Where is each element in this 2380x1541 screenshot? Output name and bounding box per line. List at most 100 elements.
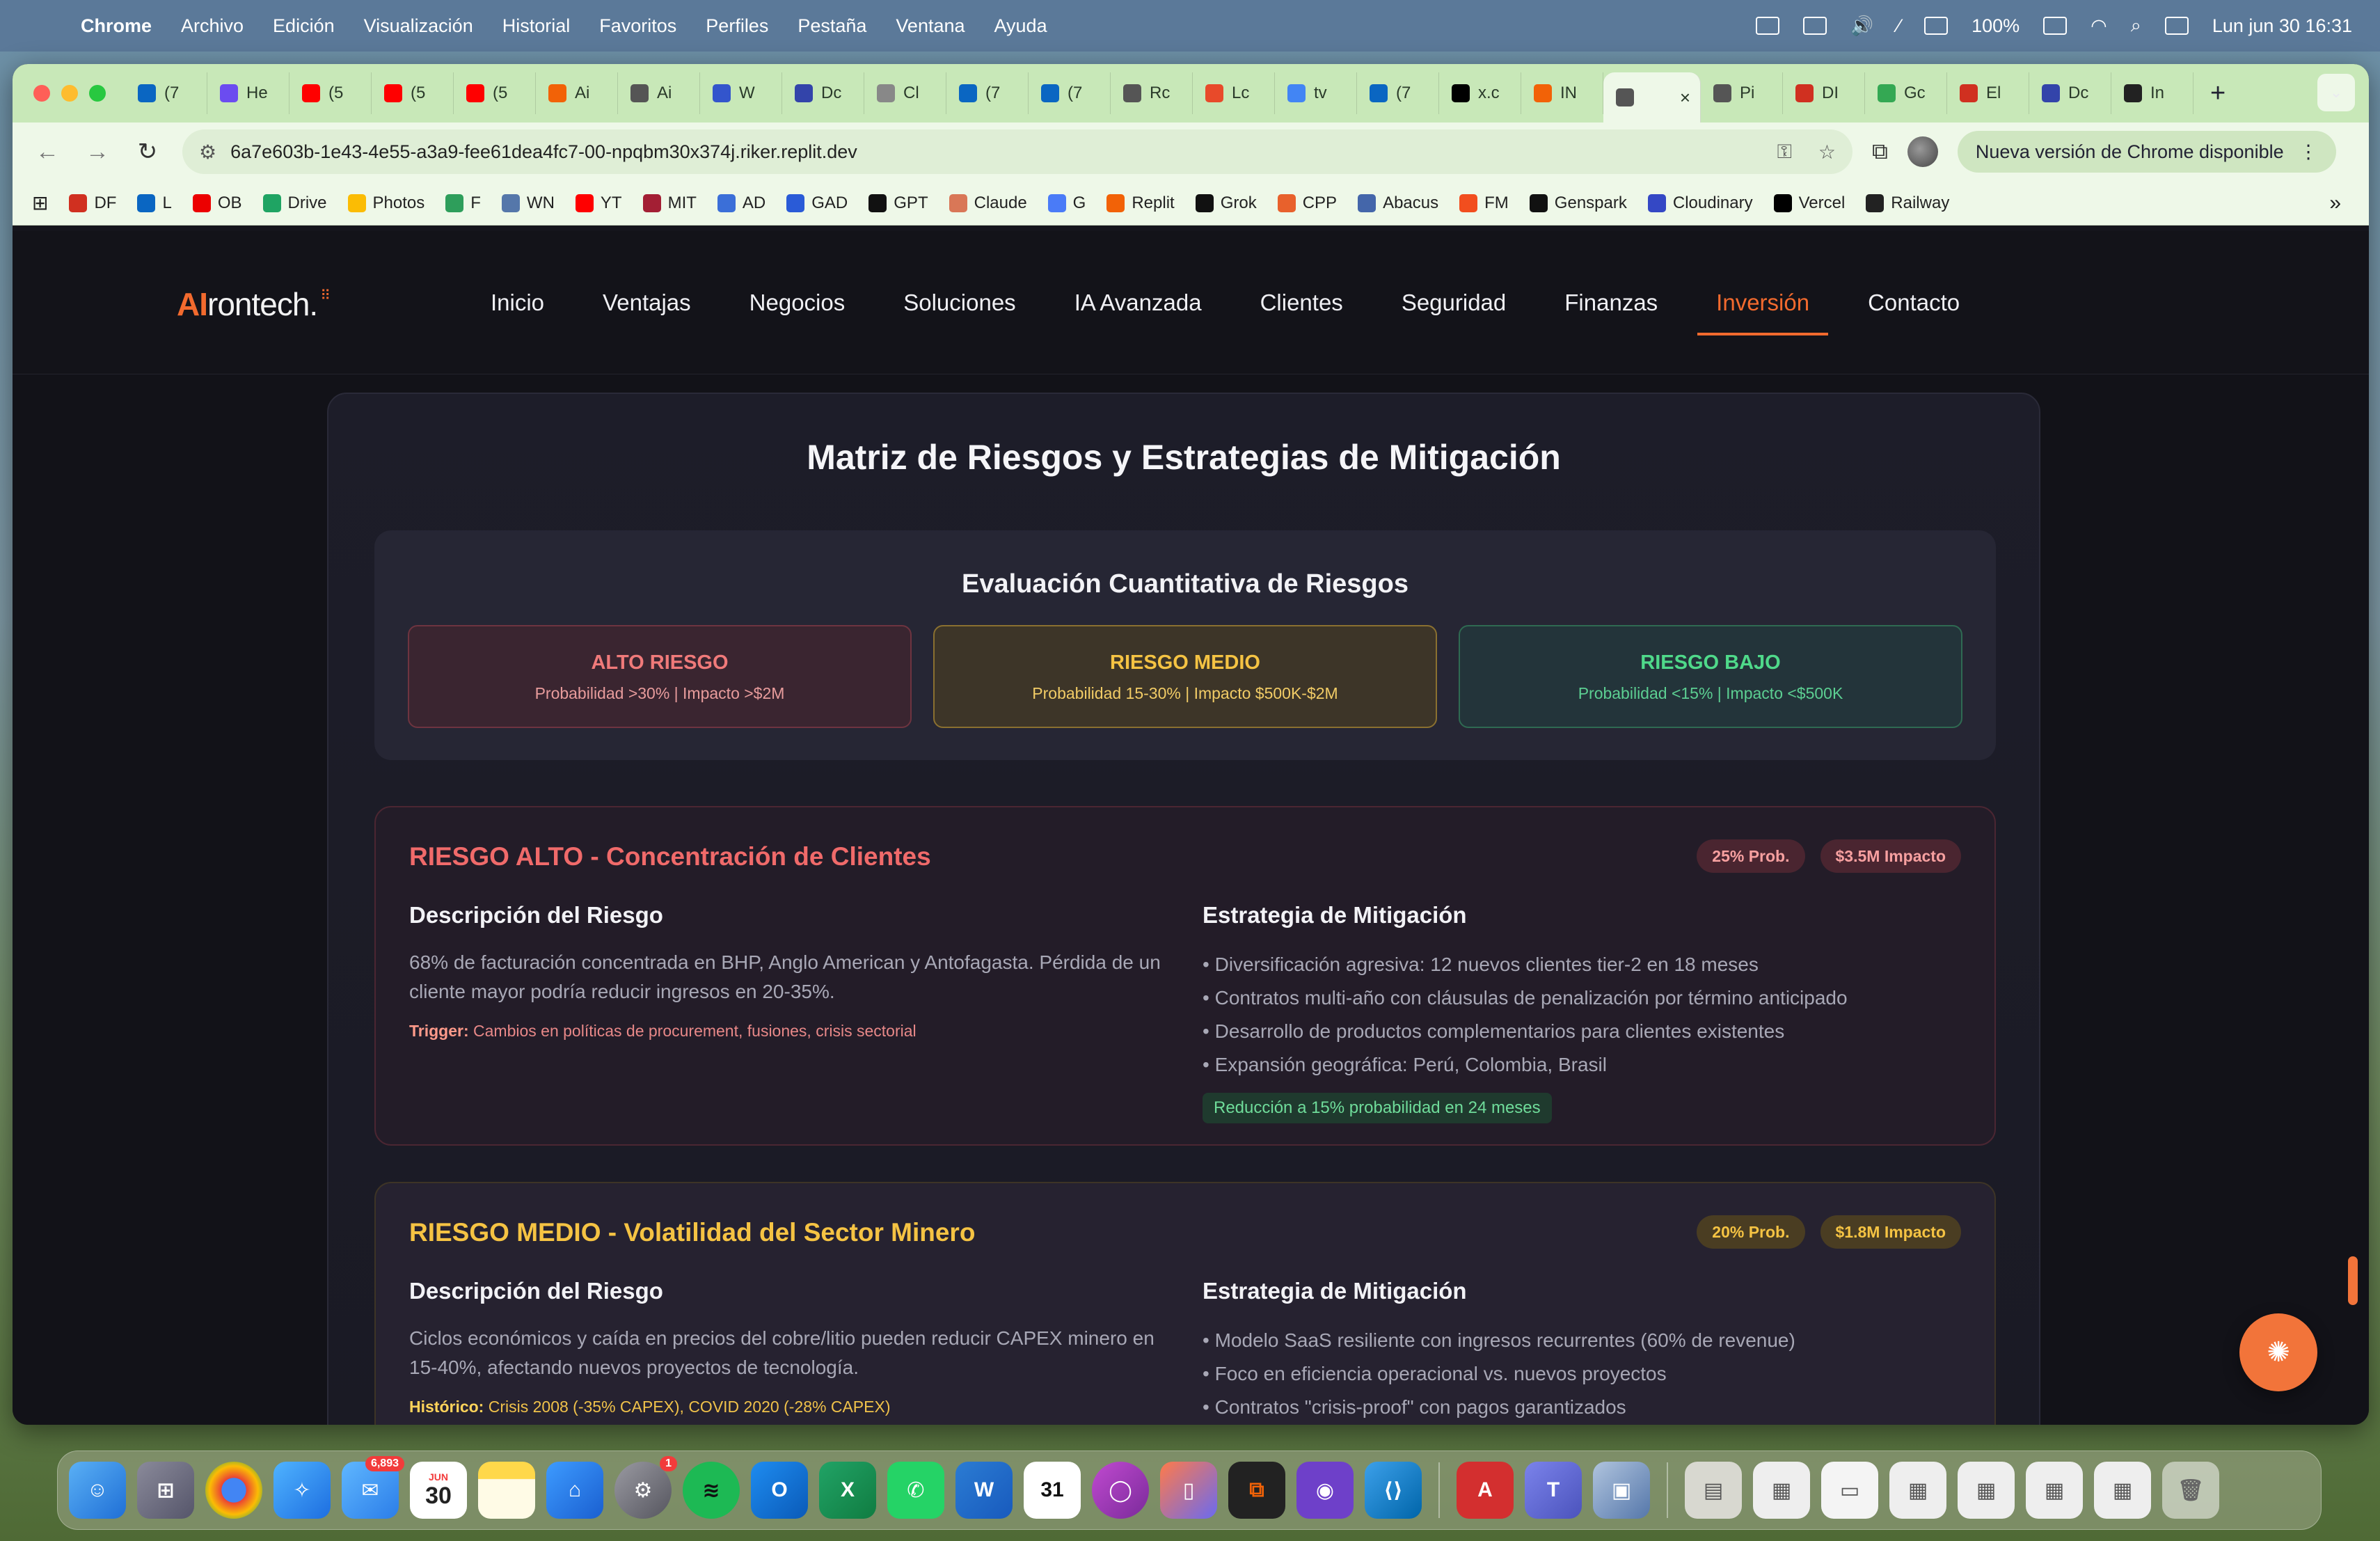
browser-tab[interactable]: (7 [125, 72, 207, 114]
fullscreen-window-button[interactable] [89, 85, 106, 102]
browser-tab[interactable]: Dc [2029, 72, 2111, 114]
nav-link-6[interactable]: Seguridad [1383, 231, 1525, 374]
address-bar[interactable]: ⚙ 6a7e603b-1e43-4e55-a3a9-fee61dea4fc7-0… [182, 129, 1853, 174]
bookmark-item[interactable]: Drive [262, 193, 327, 213]
mail-icon[interactable]: ✉ 6,893 [342, 1456, 404, 1519]
recent-doc-icon[interactable]: ▦ [1958, 1462, 2015, 1519]
recent-doc-icon[interactable]: ▭ [1821, 1462, 1878, 1519]
browser-tab[interactable]: Cl [864, 72, 946, 114]
menu-visualizacion[interactable]: Visualización [364, 15, 473, 37]
browser-tab[interactable]: Ai [536, 72, 618, 114]
browser-tab[interactable]: (5 [454, 72, 536, 114]
browser-tab[interactable]: Rc [1111, 72, 1193, 114]
bookmark-item[interactable]: GAD [786, 193, 848, 213]
bluetooth-icon[interactable]: ⁄ [1898, 15, 1901, 37]
browser-tab[interactable]: IN [1521, 72, 1603, 114]
bookmark-item[interactable]: Genspark [1529, 193, 1627, 213]
word-icon[interactable]: W [955, 1462, 1013, 1519]
document-stack-icon[interactable]: ▤ [1685, 1462, 1742, 1519]
vscode-icon[interactable]: ⟨⟩ [1365, 1462, 1422, 1519]
screen-mirror-icon[interactable] [1755, 17, 1779, 35]
bookmark-item[interactable]: Claude [949, 193, 1027, 213]
nav-link-0[interactable]: Inicio [472, 231, 563, 374]
safari-icon[interactable]: ✧ [273, 1462, 331, 1519]
bookmark-item[interactable]: CPP [1277, 193, 1337, 213]
ai-assistant-button[interactable]: ✺ [2239, 1313, 2317, 1391]
excel-icon[interactable]: X [819, 1462, 876, 1519]
bookmark-item[interactable]: GPT [868, 193, 928, 213]
nav-link-1[interactable]: Ventajas [584, 231, 710, 374]
trash-icon[interactable]: 🗑 [2162, 1462, 2219, 1519]
preview-icon[interactable]: ▣ [1593, 1462, 1650, 1519]
calendar-icon[interactable]: JUN 30 [410, 1462, 467, 1519]
spotlight-search-icon[interactable]: ⌕ [2131, 15, 2141, 37]
menu-perfiles[interactable]: Perfiles [706, 15, 768, 37]
battery-percent[interactable]: 100% [1972, 15, 2020, 37]
nav-link-9[interactable]: Contacto [1849, 231, 1978, 374]
browser-tab[interactable]: In [2111, 72, 2193, 114]
bookmark-item[interactable]: G [1047, 193, 1086, 213]
profile-avatar[interactable] [1907, 136, 1938, 167]
browser-tab[interactable]: W [700, 72, 782, 114]
drive-sync-icon[interactable] [1802, 17, 1827, 35]
volume-icon[interactable]: 🔊 [1850, 15, 1874, 37]
keynote-icon[interactable]: ⌂ [546, 1462, 603, 1519]
menu-favoritos[interactable]: Favoritos [599, 15, 676, 37]
recent-doc-icon[interactable]: ▦ [2026, 1462, 2083, 1519]
bookmark-item[interactable]: FM [1459, 193, 1509, 213]
keyboard-icon[interactable] [1924, 17, 1949, 35]
browser-tab[interactable]: x.c [1439, 72, 1521, 114]
wifi-icon[interactable]: ◠ [2091, 15, 2107, 37]
minimize-window-button[interactable] [61, 85, 78, 102]
back-button[interactable]: ← [32, 139, 63, 166]
more-menu-icon[interactable]: ⋮ [2299, 141, 2318, 163]
menu-archivo[interactable]: Archivo [181, 15, 244, 37]
bookmark-item[interactable]: YT [575, 193, 622, 213]
recent-doc-icon[interactable]: ▦ [2094, 1462, 2151, 1519]
github-desktop-icon[interactable]: ◉ [1296, 1462, 1354, 1519]
page-scrollbar-thumb[interactable] [2348, 1256, 2358, 1305]
calendar-31-icon[interactable]: 31 [1024, 1462, 1081, 1519]
site-logo[interactable]: AIrontech. ⠿ [177, 285, 331, 323]
nav-link-2[interactable]: Negocios [731, 231, 864, 374]
circle-app-icon[interactable]: ◯ [1092, 1462, 1149, 1519]
bookmark-item[interactable]: Photos [347, 193, 425, 213]
launchpad-icon[interactable]: ⊞ [137, 1462, 194, 1519]
bookmark-item[interactable]: MIT [642, 193, 697, 213]
recent-doc-icon[interactable]: ▦ [1753, 1462, 1810, 1519]
chrome-icon[interactable] [205, 1462, 262, 1519]
chrome-update-button[interactable]: Nueva versión de Chrome disponible ⋮ [1957, 131, 2336, 173]
tab-search-button[interactable]: ⌄ [2317, 74, 2355, 111]
browser-tab[interactable]: DI [1783, 72, 1865, 114]
browser-tab[interactable]: Dc [782, 72, 864, 114]
close-window-button[interactable] [33, 85, 50, 102]
bookmark-item[interactable]: Cloudinary [1647, 193, 1753, 213]
close-tab-icon[interactable]: × [1680, 87, 1690, 109]
bookmark-item[interactable]: Replit [1106, 193, 1175, 213]
apps-grid-icon[interactable]: ⊞ [32, 191, 48, 214]
spotify-icon[interactable]: ≋ [683, 1462, 740, 1519]
browser-tab[interactable]: El [1947, 72, 2029, 114]
bookmark-item[interactable]: DF [69, 193, 116, 213]
bookmark-star-icon[interactable]: ☆ [1818, 141, 1836, 164]
menu-ayuda[interactable]: Ayuda [994, 15, 1047, 37]
finder-icon[interactable]: ☺ [69, 1462, 126, 1519]
url-text[interactable]: 6a7e603b-1e43-4e55-a3a9-fee61dea4fc7-00-… [230, 141, 1763, 163]
acrobat-icon[interactable]: A [1457, 1462, 1514, 1519]
system-settings-icon[interactable]: ⚙ 1 [614, 1456, 677, 1519]
replit-app-icon[interactable]: ⧉ [1228, 1462, 1285, 1519]
iphone-mirroring-icon[interactable]: ▯ [1160, 1462, 1217, 1519]
bookmark-item[interactable]: AD [717, 193, 765, 213]
site-info-icon[interactable]: ⚙ [199, 141, 216, 164]
battery-icon[interactable] [2043, 17, 2068, 35]
browser-tab[interactable]: Lc [1193, 72, 1275, 114]
bookmark-item[interactable]: L [137, 193, 172, 213]
extensions-puzzle-icon[interactable]: ⧉ [1872, 139, 1888, 165]
bookmark-item[interactable]: Railway [1866, 193, 1949, 213]
browser-tab[interactable]: Gc [1865, 72, 1947, 114]
bookmark-item[interactable]: F [445, 193, 481, 213]
browser-tab[interactable]: (5 [289, 72, 372, 114]
reload-button[interactable]: ↻ [132, 138, 163, 166]
bookmarks-overflow-icon[interactable]: » [2329, 191, 2341, 215]
password-key-icon[interactable]: ⚿ [1777, 141, 1792, 164]
